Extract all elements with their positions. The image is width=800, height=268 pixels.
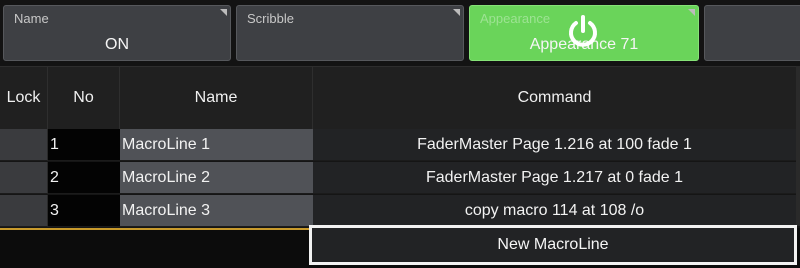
edit-corner-icon [688, 9, 695, 16]
appearance-property-button[interactable]: Appearance Appearance 71 [469, 5, 699, 61]
command-cell[interactable]: FaderMaster Page 1.216 at 100 fade 1 [313, 129, 796, 161]
lock-cell[interactable] [0, 129, 48, 161]
header-command[interactable]: Command [313, 67, 796, 129]
lock-cell[interactable] [0, 195, 48, 227]
no-cell[interactable]: 2 [48, 162, 120, 194]
command-cell[interactable]: FaderMaster Page 1.217 at 0 fade 1 [313, 162, 796, 194]
header-name[interactable]: Name [120, 67, 313, 129]
no-cell[interactable]: 1 [48, 129, 120, 161]
lock-cell[interactable] [0, 162, 48, 194]
next-property-button[interactable] [704, 5, 800, 61]
name-property-button[interactable]: Name ON [3, 5, 231, 61]
property-bar: Name ON Scribble Appearance Appearance 7… [0, 0, 800, 66]
name-cell[interactable]: MacroLine 3 [120, 195, 313, 227]
power-icon [569, 15, 597, 47]
edit-corner-icon [220, 9, 227, 16]
header-lock[interactable]: Lock [0, 67, 48, 129]
name-cell[interactable]: MacroLine 1 [120, 129, 313, 161]
name-cell[interactable]: MacroLine 2 [120, 162, 313, 194]
no-cell[interactable]: 3 [48, 195, 120, 227]
scribble-property-button[interactable]: Scribble [236, 5, 464, 61]
table-row[interactable]: 2 MacroLine 2 FaderMaster Page 1.217 at … [0, 162, 796, 195]
scrollbar[interactable] [796, 66, 800, 226]
table-header: Lock No Name Command [0, 66, 796, 129]
header-no[interactable]: No [48, 67, 120, 129]
name-value: ON [105, 36, 129, 53]
appearance-caption: Appearance [480, 11, 551, 26]
new-macroline-button[interactable]: New MacroLine [309, 225, 797, 265]
scribble-caption: Scribble [247, 11, 294, 26]
name-caption: Name [14, 11, 49, 26]
table-row[interactable]: 3 MacroLine 3 copy macro 114 at 108 /o [0, 195, 796, 228]
command-cell[interactable]: copy macro 114 at 108 /o [313, 195, 796, 227]
edit-line-indicator [0, 228, 310, 230]
edit-corner-icon [453, 9, 460, 16]
table-row[interactable]: 1 MacroLine 1 FaderMaster Page 1.216 at … [0, 129, 796, 162]
